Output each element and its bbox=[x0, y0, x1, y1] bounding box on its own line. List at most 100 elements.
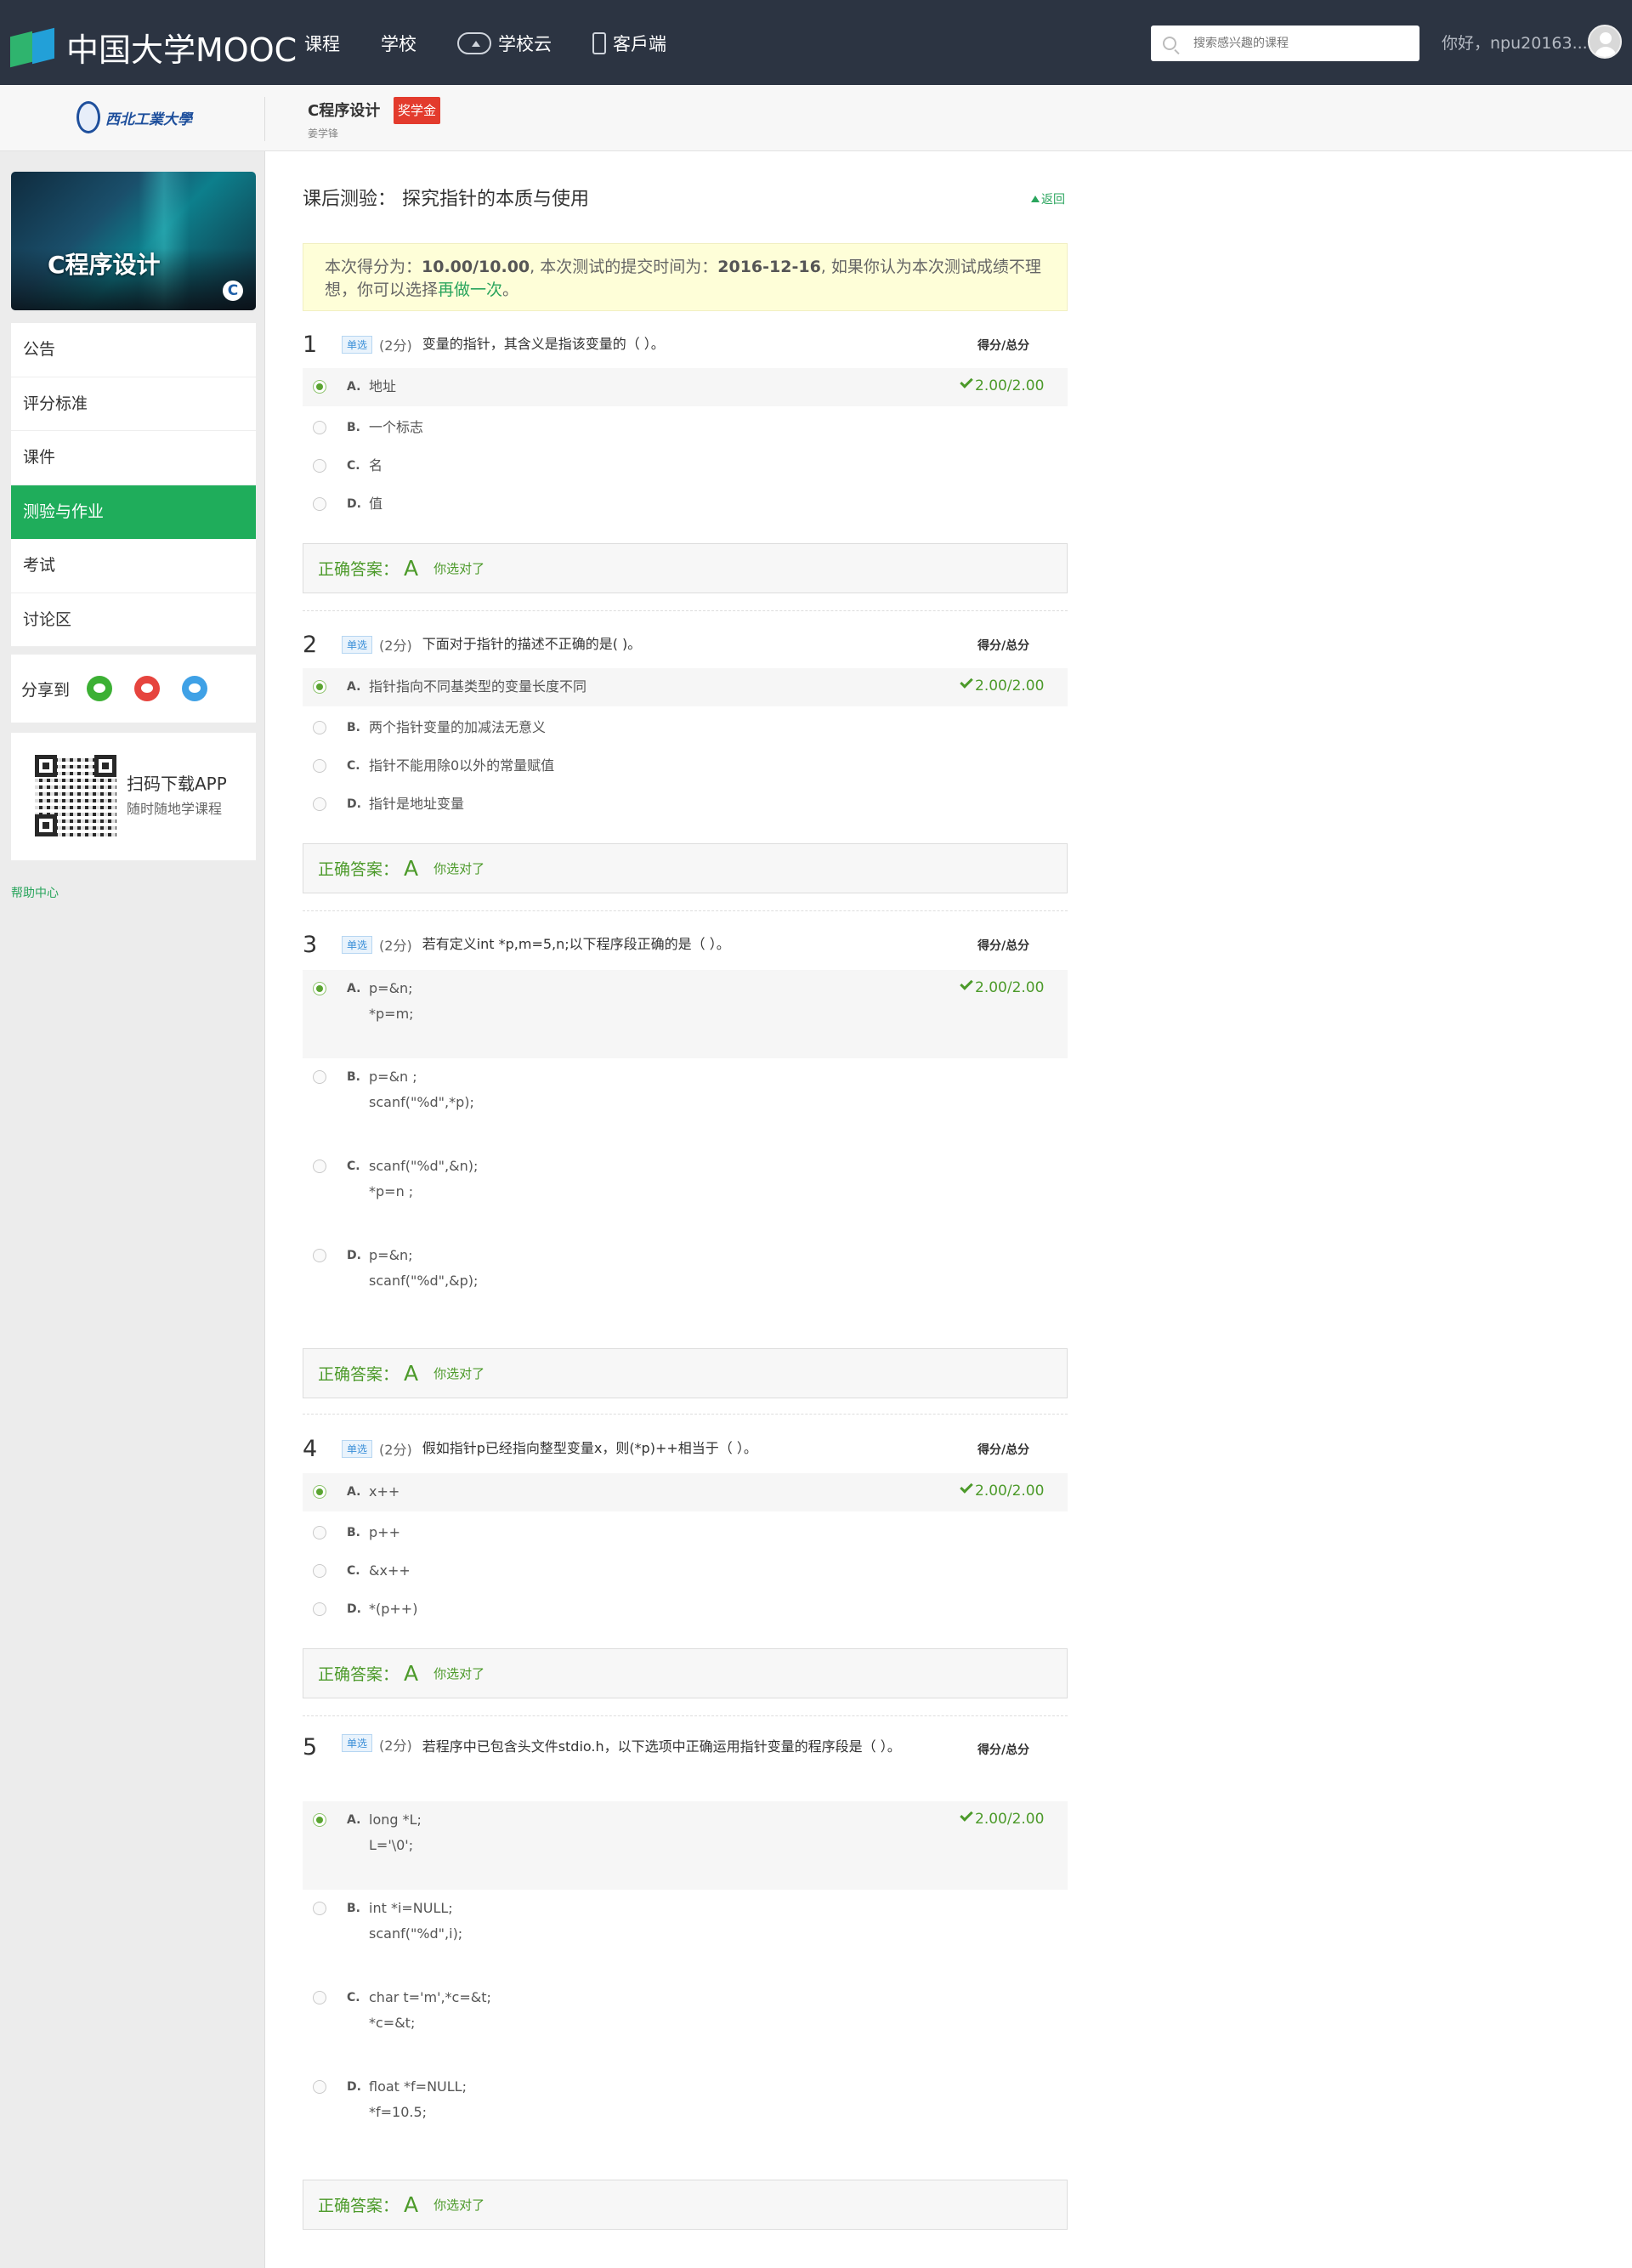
option-text: &x++ bbox=[369, 1562, 411, 1579]
option-radio[interactable] bbox=[313, 1526, 326, 1539]
option-letter: B. bbox=[347, 1070, 360, 1084]
option-row[interactable]: D. 值 bbox=[303, 485, 1068, 524]
arrow-up-icon bbox=[1031, 196, 1040, 202]
option-text: p++ bbox=[369, 1524, 400, 1540]
option-row[interactable]: D. *(p++) bbox=[303, 1590, 1068, 1629]
course-teacher[interactable]: 姜学锋 bbox=[308, 126, 338, 140]
option-radio[interactable] bbox=[313, 2080, 326, 2094]
option-radio[interactable] bbox=[313, 1902, 326, 1915]
correct-answer-label: 正确答案： bbox=[318, 2197, 400, 2215]
option-row[interactable]: B. p++ bbox=[303, 1514, 1068, 1552]
option-text: long *L; L='\0'; bbox=[369, 1812, 422, 1853]
option-row[interactable]: A. p=&n; *p=m; 2.00/2.00 bbox=[303, 970, 1068, 1058]
question-type-tag: 单选 bbox=[342, 335, 373, 354]
course-title[interactable]: C程序设计 bbox=[308, 99, 380, 121]
option-score-value: 2.00/2.00 bbox=[975, 1483, 1045, 1500]
option-row[interactable]: C. 名 bbox=[303, 447, 1068, 485]
option-radio[interactable] bbox=[313, 1991, 326, 2004]
correct-answer-value: A bbox=[404, 1661, 419, 1686]
option-row[interactable]: A. x++ 2.00/2.00 bbox=[303, 1473, 1068, 1511]
top-navbar: 中国大学MOOC 课程 学校 学校云 客戶端 你好，npu20163... bbox=[0, 0, 1632, 85]
redo-link[interactable]: 再做一次 bbox=[438, 281, 502, 299]
option-radio[interactable] bbox=[313, 759, 326, 773]
menu-item-courseware[interactable]: 课件 bbox=[11, 431, 256, 485]
option-text: char t='m',*c=&t; *c=&t; bbox=[369, 1989, 491, 2031]
option-row[interactable]: C. &x++ bbox=[303, 1552, 1068, 1590]
option-radio[interactable] bbox=[313, 1602, 326, 1616]
option-row[interactable]: B. int *i=NULL; scanf("%d",i); bbox=[303, 1890, 1068, 1978]
question-number: 1 bbox=[303, 331, 318, 358]
option-radio[interactable] bbox=[313, 1070, 326, 1084]
option-radio[interactable] bbox=[313, 1485, 326, 1499]
scholarship-badge: 奖学金 bbox=[394, 97, 441, 124]
option-row[interactable]: B. 两个指针变量的加减法无意义 bbox=[303, 709, 1068, 747]
option-row[interactable]: D. p=&n; scanf("%d",&p); bbox=[303, 1237, 1068, 1325]
search-input[interactable] bbox=[1193, 37, 1406, 50]
notice-prefix: 本次得分为： bbox=[325, 258, 422, 276]
option-letter: D. bbox=[347, 2080, 361, 2094]
option-radio[interactable] bbox=[313, 680, 326, 694]
option-radio[interactable] bbox=[313, 797, 326, 811]
menu-item-forum[interactable]: 讨论区 bbox=[11, 593, 256, 647]
avatar[interactable] bbox=[1588, 25, 1622, 59]
option-radio[interactable] bbox=[313, 1813, 326, 1827]
option-row[interactable]: C. 指针不能用除0以外的常量赋值 bbox=[303, 747, 1068, 785]
menu-item-quizzes[interactable]: 测验与作业 bbox=[11, 485, 256, 539]
option-row[interactable]: D. float *f=NULL; *f=10.5; bbox=[303, 2068, 1068, 2157]
question-separator bbox=[303, 610, 1068, 611]
menu-item-exams[interactable]: 考试 bbox=[11, 539, 256, 593]
qq-icon[interactable] bbox=[182, 676, 208, 701]
option-radio[interactable] bbox=[313, 721, 326, 734]
option-row[interactable]: C. scanf("%d",&n); *p=n ; bbox=[303, 1148, 1068, 1236]
weibo-icon[interactable] bbox=[134, 676, 161, 701]
question-type-tag: 单选 bbox=[342, 1439, 373, 1458]
question-header: 4 单选 (2分) 假如指针p已经指向整型变量x，则(*p)++相当于（ ）。 bbox=[303, 1434, 757, 1463]
cloud-icon bbox=[457, 32, 491, 54]
check-icon bbox=[960, 675, 973, 689]
nav-schools[interactable]: 学校 bbox=[381, 31, 416, 56]
question-number: 2 bbox=[303, 631, 318, 658]
score-total-header: 得分/总分 bbox=[978, 1443, 1030, 1457]
option-radio[interactable] bbox=[313, 421, 326, 434]
option-row[interactable]: A. 指针指向不同基类型的变量长度不同 2.00/2.00 bbox=[303, 668, 1068, 706]
option-text: 指针不能用除0以外的常量赋值 bbox=[369, 757, 555, 774]
nav-client[interactable]: 客戶端 bbox=[592, 31, 666, 56]
school-logo[interactable]: 西北工業大學 bbox=[76, 99, 192, 136]
correct-answer-value: A bbox=[404, 1361, 419, 1386]
question-text: 假如指针p已经指向整型变量x，则(*p)++相当于（ ）。 bbox=[422, 1440, 757, 1456]
option-radio[interactable] bbox=[313, 459, 326, 473]
question-text: 若程序中已包含头文件stdio.h，以下选项中正确运用指针变量的程序段是（ ）。 bbox=[422, 1738, 901, 1755]
share-panel: 分享到 bbox=[11, 655, 256, 723]
answer-feedback: 你选对了 bbox=[434, 1666, 485, 1681]
mooc-logo[interactable]: 中国大学MOOC bbox=[10, 24, 297, 71]
answer-feedback: 你选对了 bbox=[434, 2197, 485, 2213]
score-total-header: 得分/总分 bbox=[978, 339, 1030, 353]
option-letter: B. bbox=[347, 1902, 360, 1915]
option-radio[interactable] bbox=[313, 1249, 326, 1262]
option-row[interactable]: A. long *L; L='\0'; 2.00/2.00 bbox=[303, 1801, 1068, 1890]
user-greeting[interactable]: 你好，npu20163... bbox=[1442, 31, 1588, 54]
help-center-link[interactable]: 帮助中心 bbox=[11, 884, 59, 901]
option-row[interactable]: C. char t='m',*c=&t; *c=&t; bbox=[303, 1979, 1068, 2067]
wechat-icon[interactable] bbox=[87, 676, 113, 701]
menu-item-grading[interactable]: 评分标准 bbox=[11, 377, 256, 431]
option-letter: C. bbox=[347, 1564, 360, 1578]
option-row[interactable]: B. p=&n ; scanf("%d",*p); bbox=[303, 1058, 1068, 1147]
option-radio[interactable] bbox=[313, 982, 326, 995]
option-row[interactable]: A. 地址 2.00/2.00 bbox=[303, 368, 1068, 406]
option-row[interactable]: D. 指针是地址变量 bbox=[303, 785, 1068, 824]
course-menu: 公告 评分标准 课件 测验与作业 考试 讨论区 bbox=[11, 323, 256, 647]
option-radio[interactable] bbox=[313, 1160, 326, 1173]
nav-school-cloud[interactable]: 学校云 bbox=[457, 31, 552, 56]
back-link[interactable]: 返回 bbox=[1031, 190, 1065, 207]
nav-courses[interactable]: 课程 bbox=[304, 31, 340, 56]
search-icon[interactable] bbox=[1163, 37, 1176, 50]
menu-item-announcements[interactable]: 公告 bbox=[11, 323, 256, 377]
option-row[interactable]: B. 一个标志 bbox=[303, 409, 1068, 447]
question-points: (2分) bbox=[379, 1442, 412, 1458]
option-radio[interactable] bbox=[313, 1564, 326, 1578]
option-radio[interactable] bbox=[313, 497, 326, 511]
nav-client-label: 客戶端 bbox=[613, 34, 666, 54]
option-text: 一个标志 bbox=[369, 419, 424, 435]
option-radio[interactable] bbox=[313, 380, 326, 394]
